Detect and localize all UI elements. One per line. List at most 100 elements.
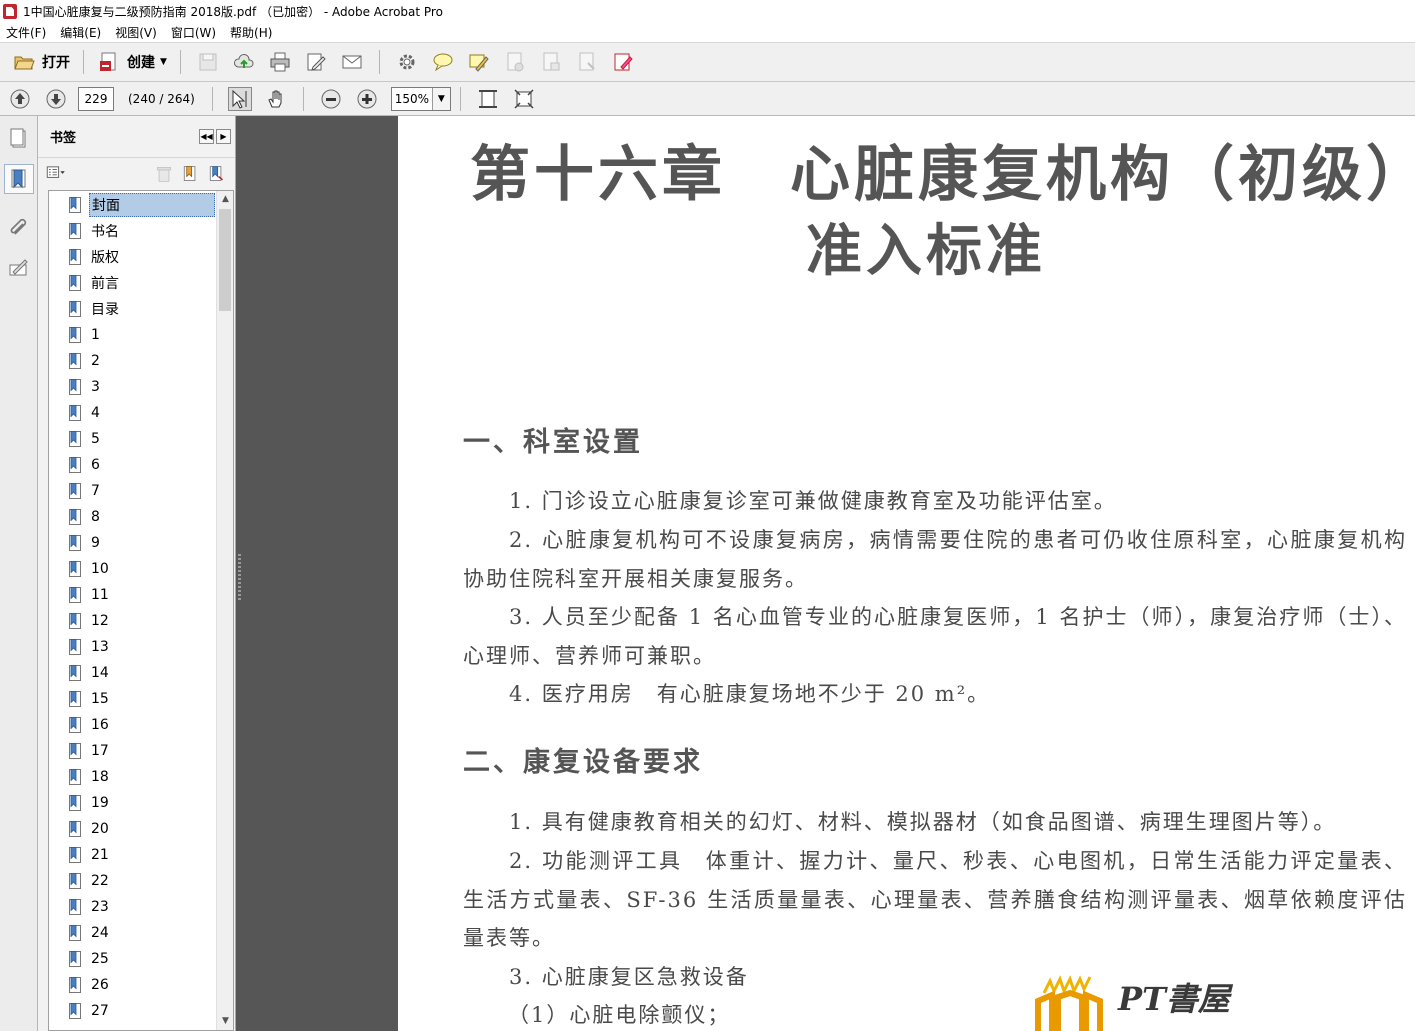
bookmark-label: 4	[91, 405, 100, 421]
bookmark-icon	[69, 223, 81, 239]
bookmark-item[interactable]: 1	[69, 322, 219, 348]
hand-tool-icon[interactable]	[264, 87, 288, 111]
bookmark-item[interactable]: 13	[69, 634, 219, 660]
bookmark-label: 12	[91, 613, 109, 629]
page-thumbnails-icon[interactable]	[7, 126, 31, 150]
upload-cloud-icon[interactable]	[232, 50, 256, 74]
zoom-level-value: 150%	[394, 91, 429, 106]
comment-icon[interactable]	[431, 50, 455, 74]
bookmark-item[interactable]: 10	[69, 556, 219, 582]
next-page-icon[interactable]	[44, 87, 68, 111]
full-screen-icon[interactable]	[512, 87, 536, 111]
bookmark-item[interactable]: 22	[69, 868, 219, 894]
scroll-up-icon[interactable]: ▲	[217, 191, 233, 208]
form-edit-icon[interactable]	[611, 50, 635, 74]
edit-document-icon[interactable]	[304, 50, 328, 74]
bookmark-item[interactable]: 目录	[69, 296, 219, 322]
bookmark-item[interactable]: 18	[69, 764, 219, 790]
bookmark-item[interactable]: 2	[69, 348, 219, 374]
bookmark-item[interactable]: 15	[69, 686, 219, 712]
protect-document-icon[interactable]	[503, 50, 527, 74]
bookmarks-panel-title: 书签	[50, 131, 77, 146]
paragraph: （1）心脏电除颤仪；	[508, 1003, 731, 1027]
page-number-input[interactable]: 229	[78, 86, 114, 111]
bookmark-label: 15	[91, 691, 109, 707]
bookmark-label: 9	[91, 535, 100, 551]
bookmarks-icon[interactable]	[4, 164, 34, 194]
collapse-panel-icon[interactable]: ◀◀	[199, 129, 214, 144]
bookmark-item[interactable]: 书名	[69, 218, 219, 244]
select-tool-icon[interactable]	[227, 86, 252, 111]
signatures-icon[interactable]	[7, 256, 31, 280]
bookmark-label: 版权	[91, 250, 119, 266]
bookshelf-logo-icon	[1034, 975, 1104, 1031]
expand-bookmark-icon[interactable]	[206, 164, 226, 184]
bookmark-item[interactable]: 17	[69, 738, 219, 764]
bookmark-item[interactable]: 5	[69, 426, 219, 452]
sign-document-icon[interactable]	[539, 50, 563, 74]
menu-help[interactable]: 帮助(H)	[230, 24, 272, 41]
attachments-paperclip-icon[interactable]	[7, 214, 31, 238]
bookmark-icon	[69, 379, 81, 395]
bookmark-options-icon[interactable]	[46, 166, 66, 180]
bookmark-label: 3	[91, 379, 100, 395]
bookmark-item[interactable]: 前言	[69, 270, 219, 296]
bookmark-item[interactable]: 19	[69, 790, 219, 816]
window-title: 1中国心脏康复与二级预防指南 2018版.pdf （已加密） - Adobe A…	[23, 5, 443, 19]
bookmark-item[interactable]: 24	[69, 920, 219, 946]
bookmark-item[interactable]: 14	[69, 660, 219, 686]
new-bookmark-icon[interactable]	[180, 164, 200, 184]
bookmark-icon	[69, 795, 81, 811]
bookmark-item[interactable]: 8	[69, 504, 219, 530]
menu-view[interactable]: 视图(V)	[115, 24, 157, 41]
chapter-title-line2: 准入标准	[806, 218, 1046, 284]
open-button[interactable]: 打开	[8, 47, 74, 77]
bookmark-item[interactable]: 21	[69, 842, 219, 868]
menu-file[interactable]: 文件(F)	[6, 24, 46, 41]
menu-window[interactable]: 窗口(W)	[171, 24, 216, 41]
bookmark-item[interactable]: 27	[69, 998, 219, 1024]
bookmark-label: 24	[91, 925, 109, 941]
bookmark-item[interactable]: 3	[69, 374, 219, 400]
bookmark-item[interactable]: 16	[69, 712, 219, 738]
bookmark-icon	[69, 405, 81, 421]
save-icon[interactable]	[196, 50, 220, 74]
bookmark-item[interactable]: 25	[69, 946, 219, 972]
scroll-down-icon[interactable]: ▼	[217, 1013, 233, 1030]
bookmark-item[interactable]: 9	[69, 530, 219, 556]
bookmark-item[interactable]: 版权	[69, 244, 219, 270]
bookmark-label: 16	[91, 717, 109, 733]
settings-gear-icon[interactable]	[395, 50, 419, 74]
highlight-icon[interactable]	[467, 50, 491, 74]
dropdown-caret-icon: ▼	[160, 57, 167, 67]
folder-open-icon	[12, 50, 36, 74]
bookmark-item[interactable]: 11	[69, 582, 219, 608]
bookmark-item[interactable]: 20	[69, 816, 219, 842]
bookmark-icon	[69, 769, 81, 785]
menu-edit[interactable]: 编辑(E)	[60, 24, 101, 41]
bookmark-item[interactable]: 12	[69, 608, 219, 634]
delete-bookmark-icon[interactable]	[154, 164, 174, 184]
print-icon[interactable]	[268, 50, 292, 74]
create-button[interactable]: 创建 ▼	[93, 47, 171, 77]
email-icon[interactable]	[340, 50, 364, 74]
panel-resize-grip[interactable]	[238, 554, 241, 602]
scrollbar-thumb[interactable]	[219, 209, 231, 311]
bookmark-item[interactable]: 封面	[69, 192, 219, 218]
zoom-in-icon[interactable]	[355, 87, 379, 111]
panel-options-icon[interactable]: ▶	[216, 129, 231, 144]
bookmark-label: 14	[91, 665, 109, 681]
bookmark-icon	[69, 873, 81, 889]
review-document-icon[interactable]	[575, 50, 599, 74]
title-bar: 1中国心脏康复与二级预防指南 2018版.pdf （已加密） - Adobe A…	[0, 0, 1415, 23]
bookmark-item[interactable]: 23	[69, 894, 219, 920]
bookmark-item[interactable]: 6	[69, 452, 219, 478]
bookmark-item[interactable]: 26	[69, 972, 219, 998]
chevron-down-icon[interactable]: ▼	[431, 87, 450, 110]
previous-page-icon[interactable]	[8, 87, 32, 111]
bookmark-item[interactable]: 7	[69, 478, 219, 504]
zoom-level-select[interactable]: 150% ▼	[390, 86, 451, 111]
bookmark-item[interactable]: 4	[69, 400, 219, 426]
fit-page-icon[interactable]	[476, 87, 500, 111]
zoom-out-icon[interactable]	[319, 87, 343, 111]
